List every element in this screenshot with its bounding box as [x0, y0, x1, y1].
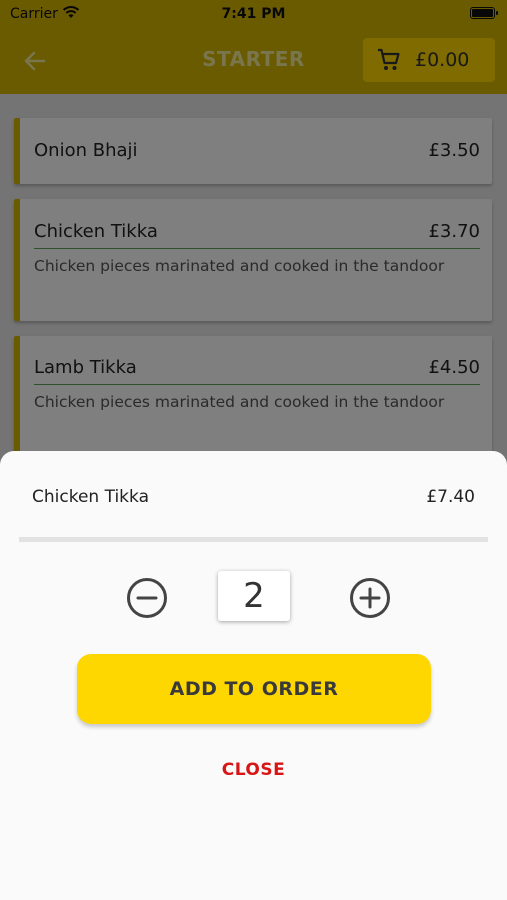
sheet-divider [19, 537, 488, 542]
add-to-order-button[interactable]: ADD TO ORDER [77, 654, 431, 724]
selected-item-name: Chicken Tikka [32, 487, 149, 507]
minus-circle-icon[interactable] [126, 577, 168, 619]
plus-circle-icon[interactable] [349, 577, 391, 619]
quantity-bottom-sheet: Chicken Tikka £7.40 2 ADD TO ORDER CLOSE [0, 451, 507, 900]
close-button[interactable]: CLOSE [0, 760, 507, 780]
selected-item-price: £7.40 [426, 487, 475, 507]
quantity-value[interactable]: 2 [218, 571, 290, 621]
